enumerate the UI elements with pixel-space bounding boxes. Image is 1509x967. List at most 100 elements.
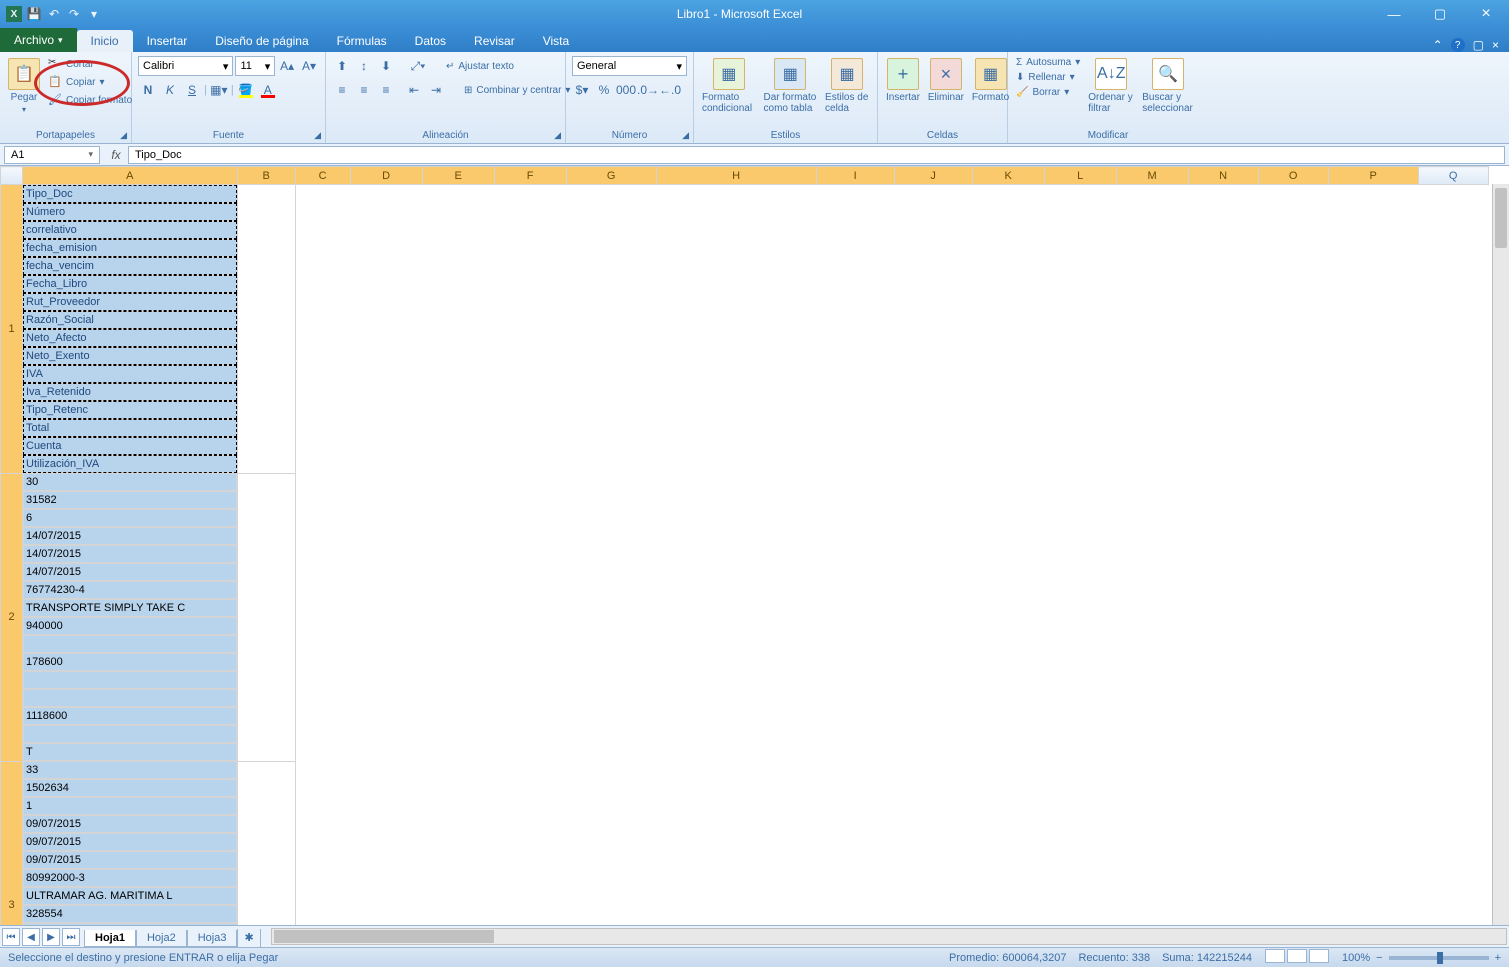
italic-button[interactable]: K (160, 80, 180, 100)
cell[interactable]: 76774230-4 (23, 581, 237, 599)
tab-inicio[interactable]: Inicio (77, 30, 133, 52)
number-format-select[interactable]: General▾ (572, 56, 687, 76)
inc-decimal-icon[interactable]: .0→ (638, 80, 658, 100)
column-header[interactable]: L (1044, 167, 1116, 185)
cell[interactable]: fecha_vencim (23, 257, 237, 275)
name-box[interactable]: A1▾ (4, 146, 100, 164)
tab-nav-last-icon[interactable]: ⏭ (62, 928, 80, 946)
cell[interactable] (237, 761, 295, 925)
indent-dec-icon[interactable]: ⇤ (404, 80, 424, 100)
column-header[interactable]: M (1116, 167, 1188, 185)
window-restore-icon[interactable]: ▢ (1473, 38, 1484, 52)
tab-nav-first-icon[interactable]: ⏮ (2, 928, 20, 946)
cell[interactable]: Tipo_Retenc (23, 401, 237, 419)
zoom-control[interactable]: 100% − + (1342, 952, 1501, 964)
column-header[interactable]: A (23, 167, 238, 185)
cell[interactable]: Razón_Social (23, 311, 237, 329)
cell[interactable] (23, 635, 237, 653)
cell[interactable]: Rut_Proveedor (23, 293, 237, 311)
paste-button[interactable]: 📋 Pegar▾ (6, 56, 42, 116)
format-table-button[interactable]: ▦Dar formato como tabla (762, 56, 820, 116)
cell[interactable]: Neto_Exento (23, 347, 237, 365)
column-header[interactable]: B (237, 167, 295, 185)
copy-button[interactable]: Copiar ▾ (46, 74, 134, 90)
align-left-icon[interactable]: ≡ (332, 80, 352, 100)
select-all-corner[interactable] (1, 167, 23, 185)
align-right-icon[interactable]: ≡ (376, 80, 396, 100)
sheet-tab[interactable]: Hoja3 (187, 930, 238, 947)
increase-font-icon[interactable]: A▴ (277, 56, 297, 76)
launcher-icon[interactable]: ◢ (120, 130, 127, 141)
cell[interactable]: Tipo_Doc (23, 185, 237, 203)
sort-filter-button[interactable]: A↓ZOrdenar y filtrar (1086, 56, 1136, 116)
row-header[interactable]: 3 (1, 761, 23, 925)
tab-revisar[interactable]: Revisar (460, 30, 529, 52)
sheet-tab[interactable]: Hoja1 (84, 930, 136, 947)
insert-cells-button[interactable]: +Insertar (884, 56, 922, 105)
launcher-icon[interactable]: ◢ (682, 130, 689, 141)
minimize-button[interactable]: — (1371, 0, 1417, 28)
cell[interactable] (23, 725, 237, 743)
clear-button[interactable]: 🧹Borrar ▾ (1014, 86, 1082, 99)
column-header[interactable]: K (972, 167, 1044, 185)
zoom-out-icon[interactable]: − (1376, 952, 1382, 964)
cell[interactable]: 1502634 (23, 779, 237, 797)
zoom-in-icon[interactable]: + (1495, 952, 1501, 964)
align-bottom-icon[interactable]: ⬇ (376, 56, 396, 76)
font-size-select[interactable]: 11▾ (235, 56, 275, 76)
cell[interactable]: 14/07/2015 (23, 545, 237, 563)
column-header[interactable]: G (566, 167, 656, 185)
conditional-format-button[interactable]: ▦Formato condicional (700, 56, 758, 116)
tab-diseño-de-página[interactable]: Diseño de página (201, 30, 322, 52)
cell[interactable]: 09/07/2015 (23, 833, 237, 851)
row-header[interactable]: 2 (1, 473, 23, 761)
window-close2-icon[interactable]: × (1492, 38, 1499, 52)
cell[interactable]: TRANSPORTE SIMPLY TAKE C (23, 599, 237, 617)
vertical-scrollbar[interactable] (1492, 184, 1509, 925)
cell[interactable]: 14/07/2015 (23, 527, 237, 545)
thousands-icon[interactable]: 000 (616, 80, 636, 100)
cell[interactable] (237, 473, 295, 761)
column-header[interactable]: H (656, 167, 816, 185)
autosum-button[interactable]: ΣAutosuma ▾ (1014, 56, 1082, 69)
column-header[interactable]: O (1258, 167, 1328, 185)
tab-vista[interactable]: Vista (529, 30, 583, 52)
find-select-button[interactable]: 🔍Buscar y seleccionar (1140, 56, 1196, 116)
undo-icon[interactable]: ↶ (46, 6, 62, 22)
column-header[interactable]: C (295, 167, 350, 185)
launcher-icon[interactable]: ◢ (554, 130, 561, 141)
merge-center-button[interactable]: ⊞Combinar y centrar ▾ (462, 84, 572, 97)
font-name-select[interactable]: Calibri▾ (138, 56, 233, 76)
tab-nav-next-icon[interactable]: ▶ (42, 928, 60, 946)
cell[interactable]: 940000 (23, 617, 237, 635)
tab-datos[interactable]: Datos (401, 30, 460, 52)
row-header[interactable]: 1 (1, 185, 23, 474)
currency-icon[interactable]: $▾ (572, 80, 592, 100)
view-buttons[interactable] (1264, 949, 1330, 966)
tab-insertar[interactable]: Insertar (133, 30, 202, 52)
cell[interactable]: ULTRAMAR AG. MARITIMA L (23, 887, 237, 905)
cell[interactable]: fecha_emision (23, 239, 237, 257)
cell[interactable]: 80992000-3 (23, 869, 237, 887)
cell[interactable]: 1118600 (23, 707, 237, 725)
cell[interactable]: 09/07/2015 (23, 815, 237, 833)
redo-icon[interactable]: ↷ (66, 6, 82, 22)
fx-icon[interactable]: fx (104, 148, 128, 162)
cell[interactable]: 31582 (23, 491, 237, 509)
orientation-icon[interactable]: ⤢▾ (408, 56, 428, 76)
tab-nav-prev-icon[interactable]: ◀ (22, 928, 40, 946)
cell[interactable]: 33 (23, 761, 237, 779)
column-header[interactable]: D (350, 167, 422, 185)
indent-inc-icon[interactable]: ⇥ (426, 80, 446, 100)
cell[interactable]: 178600 (23, 653, 237, 671)
save-icon[interactable]: 💾 (26, 6, 42, 22)
cell[interactable] (23, 671, 237, 689)
cell[interactable] (23, 689, 237, 707)
column-header[interactable]: Q (1418, 167, 1488, 185)
cell[interactable]: 328554 (23, 905, 237, 923)
align-middle-icon[interactable]: ↕ (354, 56, 374, 76)
zoom-slider[interactable] (1389, 956, 1489, 960)
font-color-button[interactable]: A (258, 80, 278, 100)
format-painter-button[interactable]: Copiar formato (46, 92, 134, 108)
cell[interactable]: Cuenta (23, 437, 237, 455)
